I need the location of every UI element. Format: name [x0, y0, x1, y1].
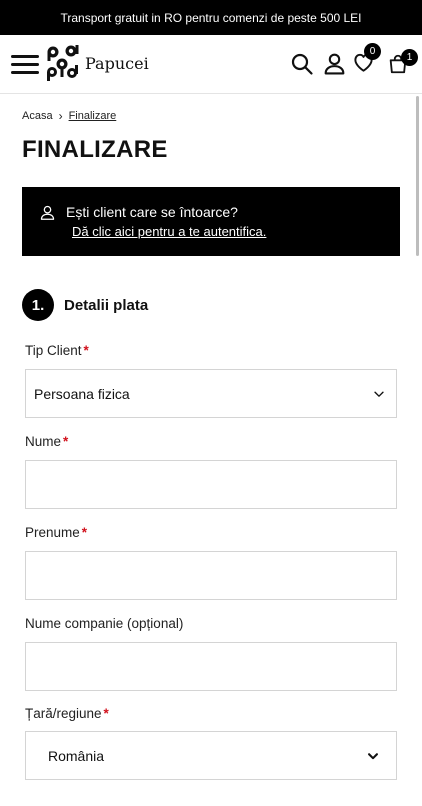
client-type-value: Persoana fizica: [34, 385, 130, 402]
last-name-field[interactable]: [25, 460, 397, 509]
required-mark: *: [81, 525, 88, 540]
promo-bar: Transport gratuit in RO pentru comenzi d…: [0, 0, 422, 35]
chevron-down-icon: [374, 391, 384, 397]
last-name-label: Nume *: [25, 434, 69, 449]
company-label: Nume companie (opțional): [25, 616, 184, 631]
logo-mark-icon: [47, 45, 79, 81]
user-icon[interactable]: [322, 51, 347, 76]
search-icon[interactable]: [290, 52, 314, 76]
breadcrumb-current[interactable]: Finalizare: [69, 110, 117, 122]
cart-count-badge: 1: [401, 49, 418, 66]
required-mark: *: [103, 706, 109, 721]
client-type-label: Tip Client *: [25, 343, 89, 358]
hamburger-icon[interactable]: [11, 52, 39, 76]
step-number: 1.: [22, 289, 54, 321]
login-link[interactable]: Dă clic aici pentru a te autentifica.: [72, 224, 266, 239]
country-select[interactable]: România: [25, 731, 397, 780]
promo-text: Transport gratuit in RO pentru comenzi d…: [60, 10, 362, 25]
step-title: Detalii plata: [64, 296, 149, 314]
required-mark: *: [63, 434, 69, 449]
returning-customer-notice: Ești client care se întoarce? Dă clic ai…: [22, 187, 400, 256]
site-header: Papucei 0 1: [0, 35, 422, 94]
country-value: România: [48, 747, 105, 764]
returning-customer-question: Ești client care se întoarce?: [66, 204, 238, 220]
scrollbar[interactable]: [416, 96, 419, 256]
page-title: FINALIZARE: [22, 136, 168, 163]
chevron-down-icon: [368, 752, 378, 759]
user-icon: [40, 205, 55, 220]
breadcrumb-home[interactable]: Acasa: [22, 110, 53, 122]
wishlist-count-badge: 0: [364, 43, 381, 60]
company-field[interactable]: [25, 642, 397, 691]
country-label: Țară/regiune *: [25, 706, 109, 721]
breadcrumb: Acasa › Finalizare: [22, 109, 116, 123]
breadcrumb-separator-icon: ›: [58, 109, 63, 123]
first-name-label: Prenume *: [25, 525, 88, 540]
required-mark: *: [83, 343, 89, 358]
first-name-field[interactable]: [25, 551, 397, 600]
logo[interactable]: Papucei: [44, 43, 149, 83]
step-heading: 1. Detalii plata: [22, 289, 148, 321]
client-type-select[interactable]: Persoana fizica: [25, 369, 397, 418]
logo-text: Papucei: [85, 53, 149, 73]
